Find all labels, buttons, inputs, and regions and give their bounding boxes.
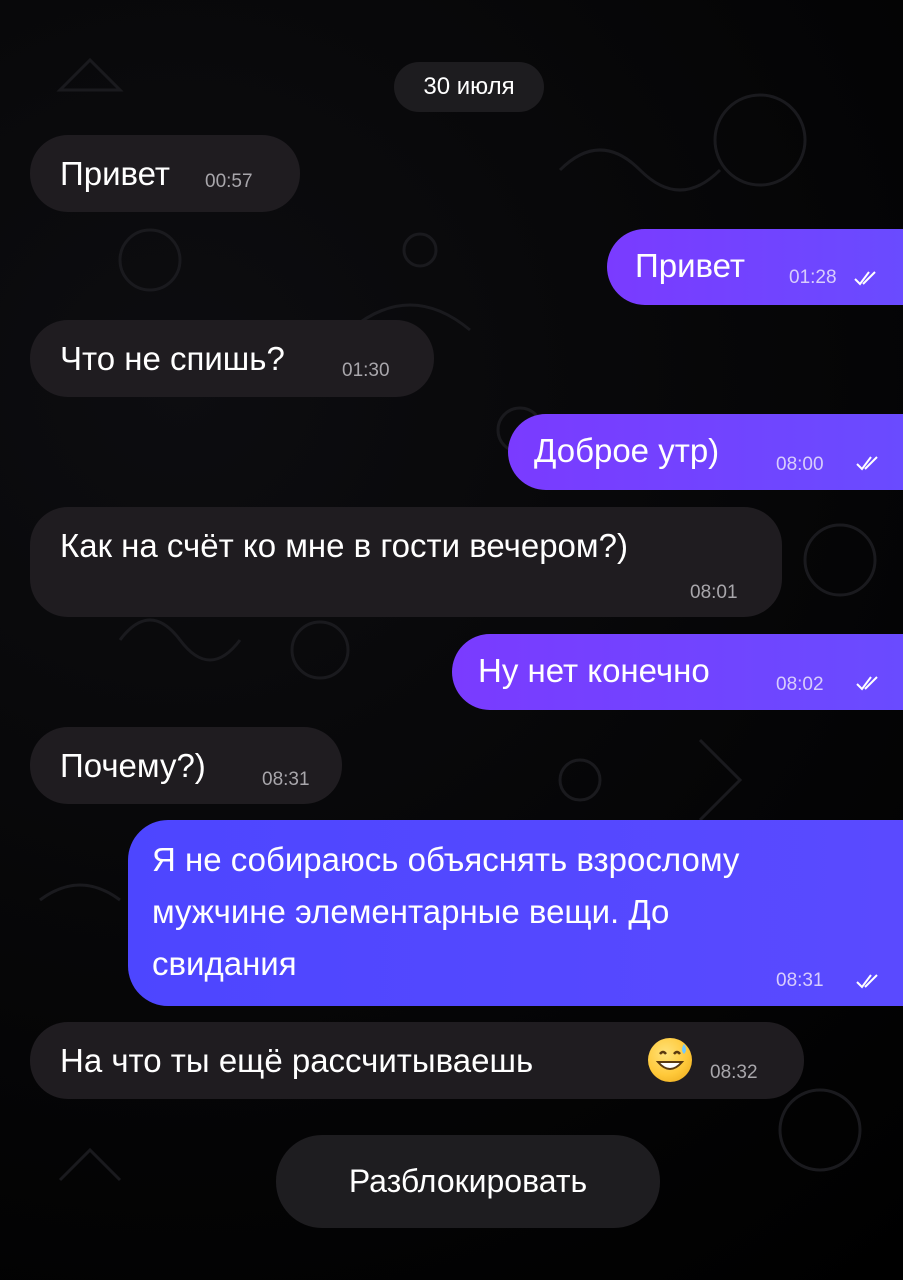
message-time: 08:01 (690, 582, 738, 603)
message-time: 01:30 (342, 360, 390, 381)
message-outgoing[interactable]: Привет 01:28 (607, 229, 903, 305)
message-time: 08:00 (776, 454, 824, 475)
message-time: 08:31 (262, 769, 310, 790)
message-time: 08:31 (776, 970, 824, 991)
message-text: Привет (60, 155, 171, 192)
read-checkmarks-icon (856, 676, 878, 691)
message-incoming[interactable]: Привет 00:57 (30, 135, 300, 212)
date-chip: 30 июля (394, 62, 544, 112)
message-incoming[interactable]: Что не спишь? 01:30 (30, 320, 434, 397)
message-time: 08:32 (710, 1062, 758, 1083)
message-incoming[interactable]: Как на счёт ко мне в гости вечером?) 08:… (30, 507, 782, 617)
message-incoming[interactable]: Почему?) 08:31 (30, 727, 342, 804)
message-line: свидания (152, 945, 297, 982)
grinning-sweat-emoji (648, 1038, 692, 1082)
read-checkmarks-icon (856, 974, 878, 989)
message-text: Доброе утр) (534, 432, 720, 469)
message-outgoing[interactable]: Я не собираюсь объяснять взрослому мужчи… (128, 820, 903, 1006)
message-text: Я не собираюсь объяснять взрослому мужчи… (152, 834, 739, 990)
message-line: Я не собираюсь объяснять взрослому (152, 841, 740, 878)
message-outgoing[interactable]: Доброе утр) 08:00 (508, 414, 903, 490)
chat-screen: 30 июля Привет 00:57 Привет 01:28 Что не… (0, 0, 903, 1280)
message-text: Как на счёт ко мне в гости вечером?) (60, 527, 628, 564)
message-text: Привет (635, 247, 746, 284)
message-time: 08:02 (776, 674, 824, 695)
message-outgoing[interactable]: Ну нет конечно 08:02 (452, 634, 903, 710)
message-text: Ну нет конечно (478, 652, 710, 689)
unblock-button[interactable]: Разблокировать (276, 1135, 660, 1228)
message-time: 01:28 (789, 267, 837, 288)
message-text: Что не спишь? (60, 340, 285, 377)
message-time: 00:57 (205, 171, 253, 192)
message-line: мужчине элементарные вещи. До (152, 893, 670, 930)
read-checkmarks-icon (856, 456, 878, 471)
message-incoming[interactable]: На что ты ещё рассчитываешь 08:32 (30, 1022, 804, 1099)
message-text: На что ты ещё рассчитываешь (60, 1042, 534, 1079)
read-checkmarks-icon (854, 271, 876, 286)
message-text: Почему?) (60, 747, 206, 784)
